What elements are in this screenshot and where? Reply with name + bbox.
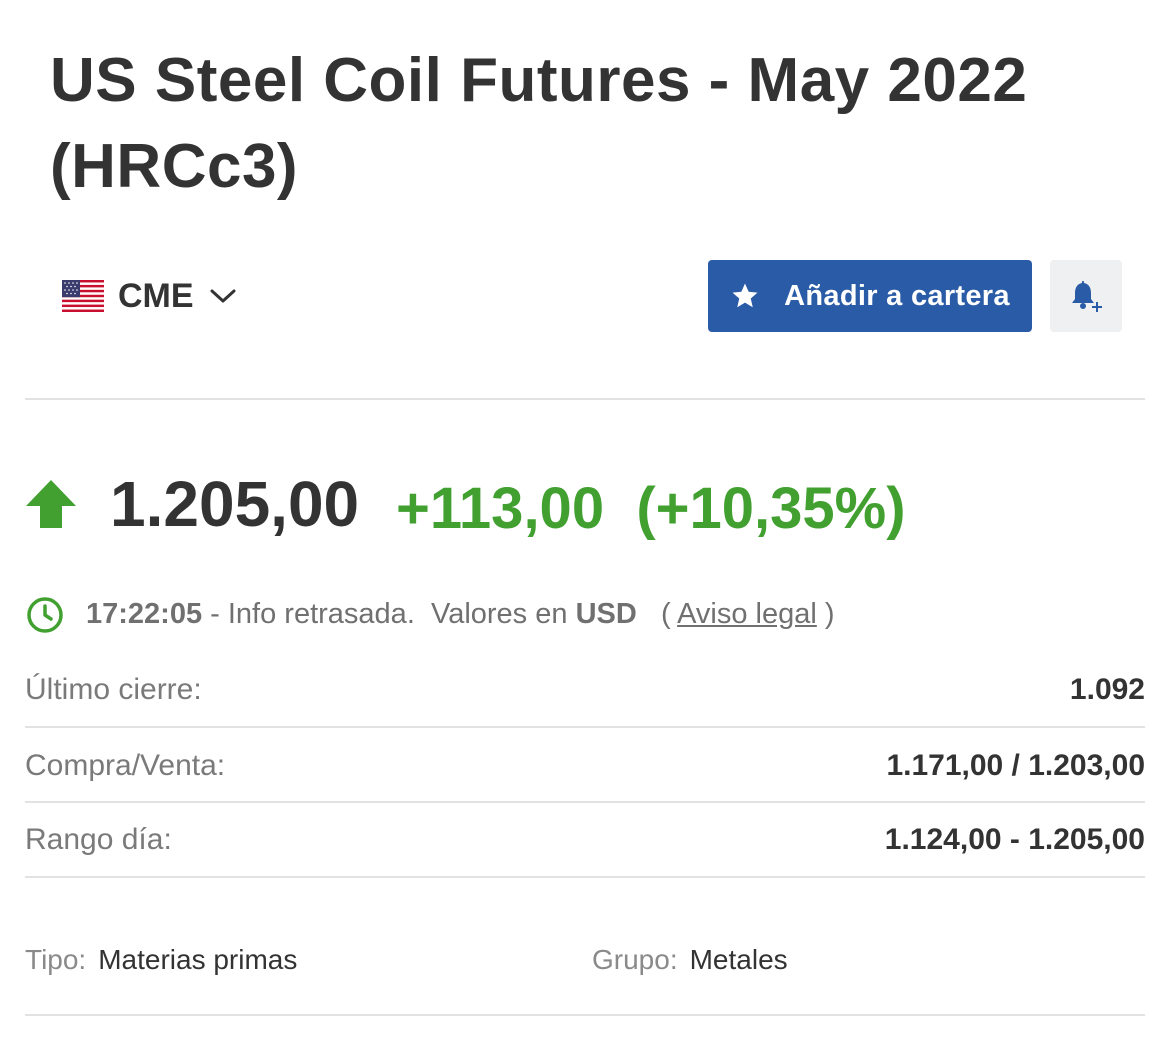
row-divider xyxy=(25,726,1145,728)
legal-notice-link[interactable]: Aviso legal xyxy=(677,598,817,630)
stat-row-day-range: Rango día: 1.124,00 - 1.205,00 xyxy=(25,810,1145,870)
header-divider xyxy=(25,398,1145,400)
stat-row-last-close: Último cierre: 1.092 xyxy=(25,660,1145,720)
clock-icon xyxy=(27,597,63,633)
stat-value: 1.124,00 - 1.205,00 xyxy=(884,823,1145,856)
exchange-label: CME xyxy=(118,276,194,315)
stat-value: 1.092 xyxy=(1069,673,1145,706)
bell-plus-icon xyxy=(1072,280,1102,312)
exchange-selector[interactable]: CME xyxy=(62,272,236,320)
legal-open-paren: ( xyxy=(660,598,671,630)
add-to-portfolio-button[interactable]: Añadir a cartera xyxy=(708,260,1032,332)
group-label: Grupo: xyxy=(592,944,678,975)
star-icon xyxy=(732,283,758,308)
page-title: US Steel Coil Futures - May 2022 (HRCc3) xyxy=(50,46,1028,201)
quote-time: 17:22:05 xyxy=(86,598,203,630)
row-divider xyxy=(25,801,1145,803)
chevron-down-icon xyxy=(210,289,236,303)
change-value: +113,00 xyxy=(396,476,605,541)
values-in-text: Valores en xyxy=(431,598,568,630)
quote-info-line: 17:22:05 - Info retrasada. Valores en US… xyxy=(86,594,835,634)
meta-group: Grupo: Metales xyxy=(592,938,788,982)
row-divider xyxy=(25,876,1145,878)
change-percent: (+10,35%) xyxy=(636,476,906,541)
group-value: Metales xyxy=(689,944,788,975)
footer-divider xyxy=(25,1014,1145,1016)
delay-text: - Info retrasada. xyxy=(210,598,415,630)
stat-value: 1.171,00 / 1.203,00 xyxy=(886,749,1145,782)
legal-close-paren: ) xyxy=(824,598,835,630)
add-to-portfolio-label: Añadir a cartera xyxy=(784,279,1010,312)
type-value: Materias primas xyxy=(98,944,298,975)
stat-label: Último cierre: xyxy=(25,673,202,706)
price-change: +113,00 (+10,35%) xyxy=(396,474,906,544)
create-alert-button[interactable] xyxy=(1050,260,1122,332)
currency: USD xyxy=(575,598,637,630)
type-label: Tipo: xyxy=(25,944,87,975)
stat-label: Compra/Venta: xyxy=(25,749,226,782)
meta-type: Tipo: Materias primas xyxy=(25,938,297,982)
us-flag-icon xyxy=(62,280,104,312)
last-price: 1.205,00 xyxy=(110,468,360,540)
stat-label: Rango día: xyxy=(25,823,172,856)
stat-row-bid-ask: Compra/Venta: 1.171,00 / 1.203,00 xyxy=(25,736,1145,796)
arrow-up-icon xyxy=(26,480,76,528)
